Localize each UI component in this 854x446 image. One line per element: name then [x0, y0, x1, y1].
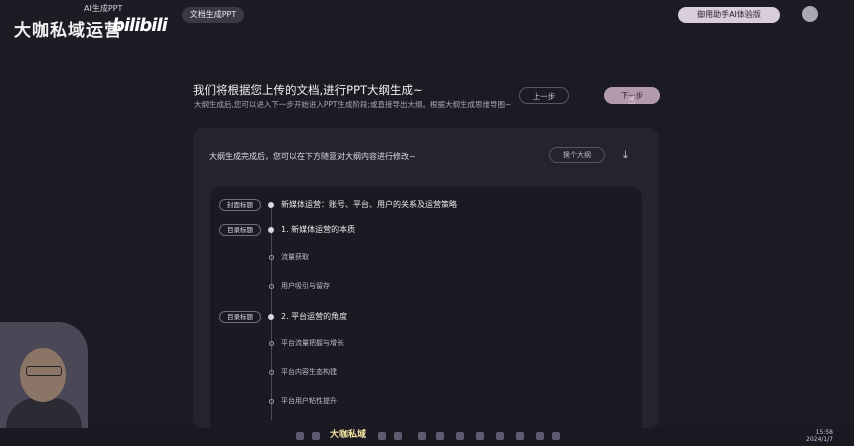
- node-ring: [269, 370, 274, 375]
- cursor-icon: ☝: [628, 93, 636, 107]
- presenter-glasses: [26, 366, 62, 376]
- taskbar-app-icon[interactable]: [552, 432, 560, 440]
- page-title: 我们将根据您上传的文档,进行PPT大纲生成~: [193, 83, 423, 97]
- section-tag: 目录标题: [219, 311, 261, 323]
- section-title[interactable]: 1. 新媒体运营的本质: [281, 224, 355, 235]
- taskbar-app-icon[interactable]: [378, 432, 386, 440]
- card-hint: 大纲生成完成后，您可以在下方随意对大纲内容进行修改~: [209, 152, 416, 161]
- bilibili-logo: bilibili: [112, 15, 168, 36]
- node-dot: [268, 202, 274, 208]
- taskbar-app-icon[interactable]: [536, 432, 544, 440]
- taskbar-app-icon[interactable]: [516, 432, 524, 440]
- cover-title[interactable]: 新媒体运营：账号、平台、用户的关系及运营策略: [281, 199, 457, 210]
- taskbar-app-icon[interactable]: [296, 432, 304, 440]
- change-outline-button[interactable]: 换个大纲: [549, 147, 605, 163]
- taskbar: [0, 428, 854, 446]
- tree-line: [271, 205, 272, 420]
- node-ring: [269, 399, 274, 404]
- taskbar-logo: 大咖私域: [330, 430, 367, 440]
- outline-tree: [210, 187, 642, 432]
- outline-item[interactable]: 平台内容生态构建: [281, 367, 337, 377]
- node-dot: [268, 314, 274, 320]
- node-ring: [269, 255, 274, 260]
- outline-item[interactable]: 流量获取: [281, 252, 309, 262]
- brand-title: 大咖私域运营: [14, 21, 122, 41]
- prev-step-button[interactable]: 上一步: [519, 87, 569, 104]
- avatar-icon[interactable]: [802, 6, 818, 22]
- section-tag: 目录标题: [219, 224, 261, 236]
- taskbar-app-icon[interactable]: [456, 432, 464, 440]
- clock-date: 2024/1/7: [806, 436, 833, 443]
- ai-ppt-tag: AI生成PPT: [84, 4, 123, 13]
- assistant-button[interactable]: 御用助手AI体验版: [678, 7, 780, 23]
- download-icon[interactable]: ⤓: [623, 148, 628, 162]
- cover-tag: 封面标题: [219, 199, 261, 211]
- node-ring: [269, 284, 274, 289]
- taskbar-app-icon[interactable]: [394, 432, 402, 440]
- taskbar-app-icon[interactable]: [418, 432, 426, 440]
- taskbar-app-icon[interactable]: [496, 432, 504, 440]
- taskbar-app-icon[interactable]: [312, 432, 320, 440]
- page-subtitle: 大纲生成后,您可以进入下一步开始进入PPT生成阶段;或直接导出大纲。根据大纲生成…: [194, 100, 512, 109]
- tab-doc-to-ppt[interactable]: 文档生成PPT: [182, 7, 244, 23]
- outline-item[interactable]: 用户吸引与留存: [281, 281, 330, 291]
- node-dot: [268, 227, 274, 233]
- taskbar-clock: 15:58 2024/1/7: [806, 429, 833, 443]
- outline-item[interactable]: 平台流量把握与增长: [281, 338, 344, 348]
- clock-time: 15:58: [815, 429, 833, 436]
- taskbar-app-icon[interactable]: [436, 432, 444, 440]
- taskbar-app-icon[interactable]: [476, 432, 484, 440]
- section-title[interactable]: 2. 平台运营的角度: [281, 311, 347, 322]
- outline-item[interactable]: 平台用户粘性提升: [281, 396, 337, 406]
- node-ring: [269, 341, 274, 346]
